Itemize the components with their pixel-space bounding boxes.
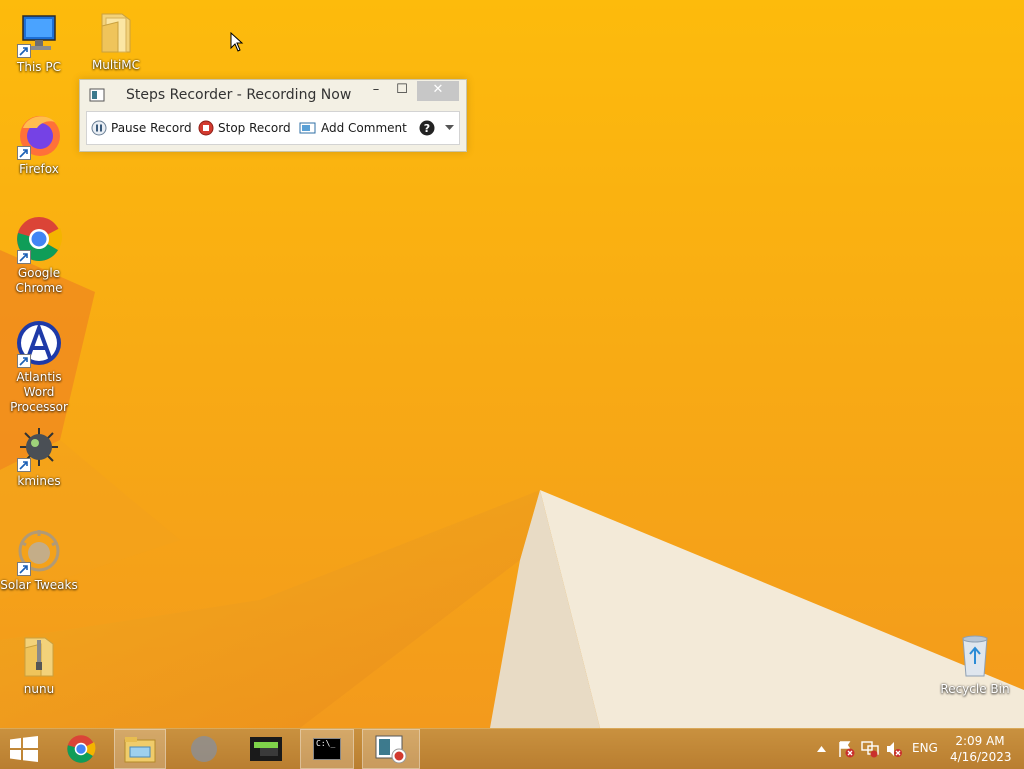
desktop-icon-firefox[interactable]: Firefox [0, 112, 78, 177]
input-language-indicator[interactable]: ENG [912, 741, 938, 755]
flag-warning-icon [839, 741, 855, 758]
pause-record-button[interactable]: Pause Record [91, 119, 192, 137]
volume-tray-icon[interactable] [884, 729, 904, 769]
stop-record-label: Stop Record [218, 121, 291, 135]
windows-logo-icon [10, 736, 38, 762]
start-button[interactable] [0, 729, 48, 769]
recycle-bin-icon [951, 632, 999, 680]
maximize-button[interactable]: ☐ [391, 81, 413, 101]
computer-icon [15, 10, 63, 58]
shortcut-arrow-icon [17, 354, 31, 368]
taskbar-chrome[interactable] [53, 729, 109, 769]
taskbar-steps-recorder[interactable] [362, 729, 420, 769]
mouse-cursor-icon [230, 32, 244, 52]
volume-muted-icon [887, 742, 902, 757]
steps-recorder-app-icon [89, 87, 105, 106]
network-tray-icon[interactable] [860, 729, 880, 769]
clock[interactable]: 2:09 AM 4/16/2023 [950, 733, 1012, 765]
desktop-icon-solar-tweaks[interactable]: Solar Tweaks [0, 528, 78, 593]
desktop-icon-this-pc[interactable]: This PC [0, 10, 78, 75]
shortcut-arrow-icon [17, 44, 31, 58]
help-button[interactable]: ? [419, 119, 435, 137]
green-app-icon [250, 737, 282, 761]
taskbar-command-prompt[interactable]: C:\_ [300, 729, 354, 769]
desktop-icon-recycle-bin[interactable]: Recycle Bin [936, 632, 1014, 697]
cmd-icon: C:\_ [313, 738, 341, 760]
desktop-icon-nunu[interactable]: nunu [0, 632, 78, 697]
desktop-icon-label: Firefox [19, 162, 59, 176]
stop-icon [198, 120, 214, 136]
help-dropdown-button[interactable] [445, 119, 454, 137]
shortcut-arrow-icon [17, 250, 31, 264]
desktop-icon-label: Recycle Bin [940, 682, 1010, 696]
shortcut-arrow-icon [17, 458, 31, 472]
action-center-tray-icon[interactable] [836, 729, 856, 769]
help-icon: ? [419, 120, 435, 136]
firefox-icon [15, 112, 63, 160]
kmines-icon [15, 424, 63, 472]
desktop-icon-label: kmines [17, 474, 61, 488]
desktop-icon-label: nunu [23, 682, 55, 696]
chevron-down-icon [445, 125, 454, 130]
taskbar: C:\_ ENG 2:09 AM 4/16/2023 [0, 728, 1024, 769]
add-comment-button[interactable]: Add Comment [299, 119, 407, 137]
desktop-icon-atlantis[interactable]: Atlantis Word Processor [0, 320, 78, 415]
shortcut-arrow-icon [17, 562, 31, 576]
minimize-button[interactable]: – [366, 81, 386, 101]
taskbar-file-explorer[interactable] [114, 729, 166, 769]
show-hidden-icons-button[interactable] [814, 729, 828, 769]
file-explorer-icon [124, 737, 156, 763]
chevron-up-icon [816, 746, 826, 752]
steps-recorder-icon [375, 735, 407, 764]
atlantis-icon [15, 320, 63, 368]
cmd-icon-label: C:\_ [316, 739, 336, 748]
desktop-icon-label: MultiMC [91, 58, 141, 72]
steps-recorder-window[interactable]: Steps Recorder - Recording Now – ☐ ✕ Pau… [79, 79, 467, 152]
clock-time: 2:09 AM [955, 734, 1005, 748]
taskbar-gray-app[interactable] [176, 729, 232, 769]
solar-tweaks-icon [15, 528, 63, 576]
pause-record-label: Pause Record [111, 121, 192, 135]
comment-icon [299, 122, 316, 134]
gray-app-icon [191, 736, 217, 762]
desktop-icon-google-chrome[interactable]: Google Chrome [0, 216, 78, 296]
recorder-toolbar: Pause Record Stop Record Add Comment ? [86, 111, 460, 145]
desktop-icon-label: This PC [17, 60, 61, 74]
stop-record-button[interactable]: Stop Record [198, 119, 291, 137]
pause-icon [91, 120, 107, 136]
clock-date: 4/16/2023 [950, 750, 1012, 764]
desktop-icon-label: Solar Tweaks [0, 578, 78, 592]
zip-folder-icon [15, 632, 63, 680]
window-title: Steps Recorder - Recording Now [126, 87, 352, 103]
chrome-icon [15, 216, 63, 264]
close-button[interactable]: ✕ [417, 81, 459, 101]
chrome-icon [67, 735, 96, 763]
desktop-icon-label: Google Chrome [15, 266, 63, 295]
folder-icon [92, 8, 140, 56]
taskbar-green-app[interactable] [238, 729, 294, 769]
desktop-icon-label: Atlantis Word Processor [10, 370, 68, 414]
add-comment-label: Add Comment [321, 121, 407, 135]
desktop-icon-multimc[interactable]: MultiMC [77, 8, 155, 73]
shortcut-arrow-icon [17, 146, 31, 160]
desktop-icon-kmines[interactable]: kmines [0, 424, 78, 489]
network-disconnected-icon [861, 741, 879, 758]
svg-text:?: ? [424, 122, 430, 135]
